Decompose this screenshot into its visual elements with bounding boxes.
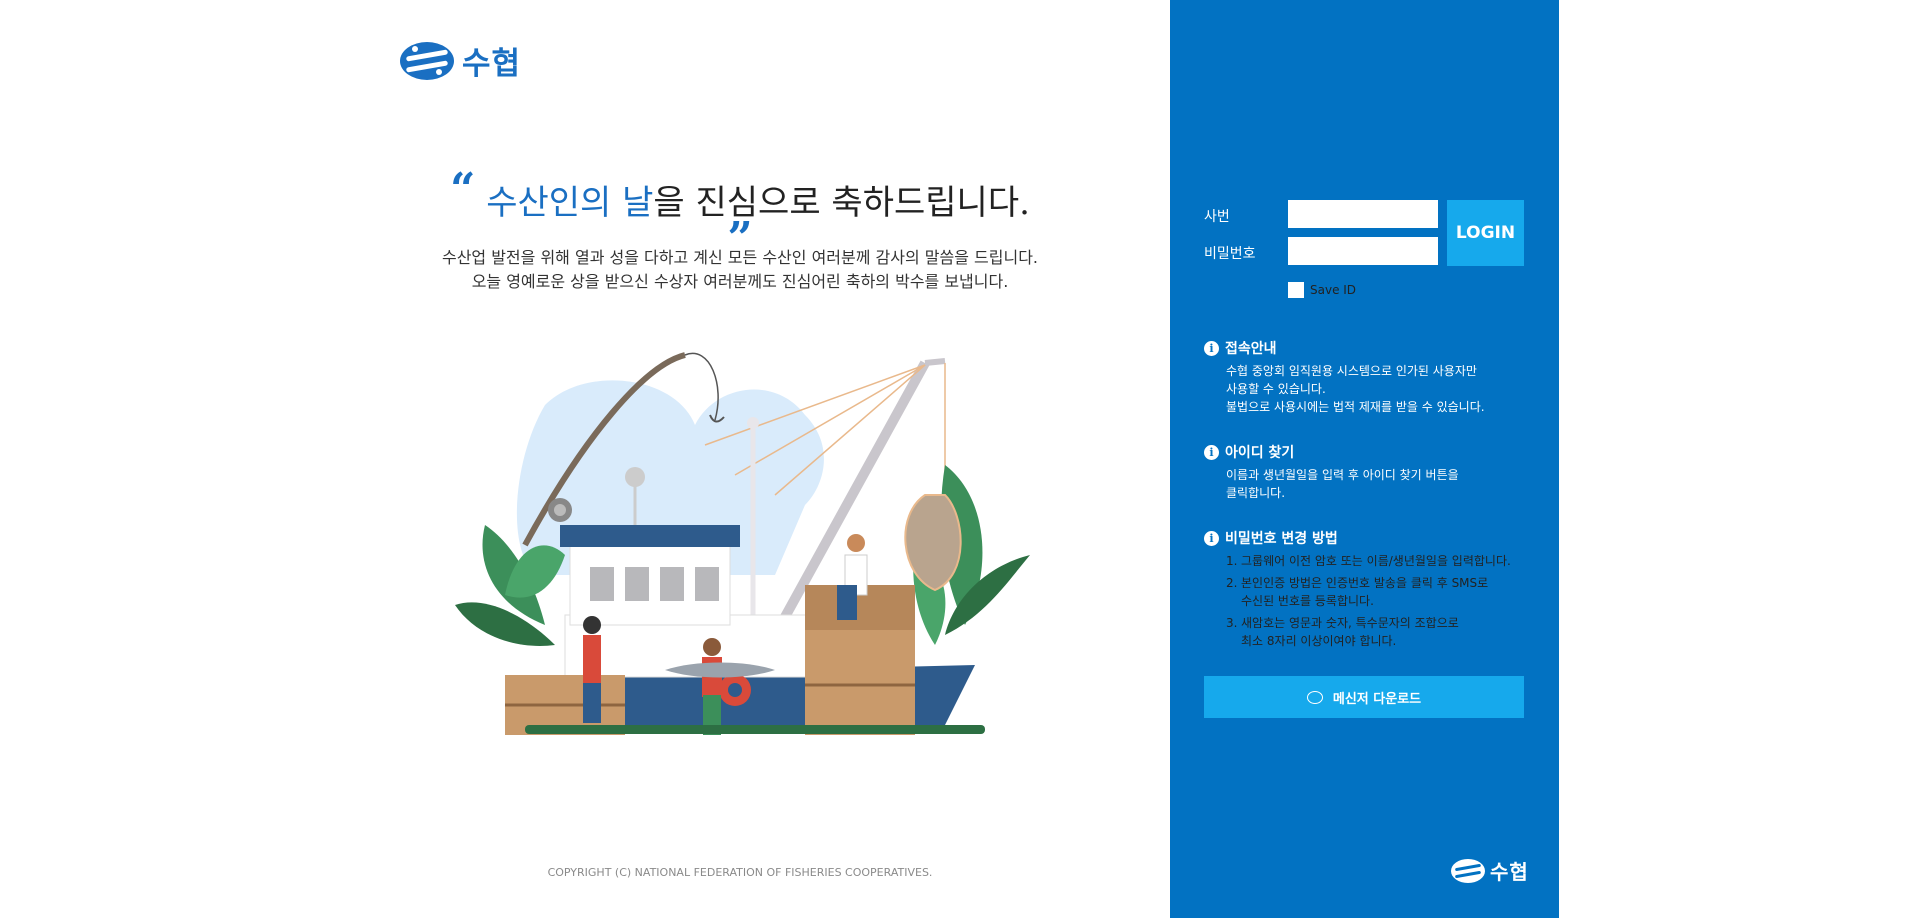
access-info-body: 수협 중앙회 임직원용 시스템으로 인가된 사용자만 사용할 수 있습니다. 불… xyxy=(1226,362,1546,416)
login-button[interactable]: LOGIN xyxy=(1447,200,1524,266)
find-id-line: 클릭합니다. xyxy=(1226,486,1286,500)
step-number: 3. xyxy=(1226,616,1238,630)
find-id-body: 이름과 생년월일을 입력 후 아이디 찾기 버튼을 클릭합니다. xyxy=(1226,466,1546,502)
password-label: 비밀번호 xyxy=(1204,246,1256,262)
password-change-title: i 비밀번호 변경 방법 xyxy=(1204,528,1338,548)
chat-bubble-icon xyxy=(1306,690,1323,704)
subtext-line-2: 오늘 영예로운 상을 받으신 수상자 여러분께도 진심어린 축하의 박수를 보냅… xyxy=(471,272,1009,291)
fish-logo-icon xyxy=(400,41,454,80)
info-icon: i xyxy=(1204,530,1219,546)
password-step: 3. 새암호는 영문과 숫자, 특수문자의 조합으로 최소 8자리 이상이여야 … xyxy=(1226,614,1556,650)
step-text: 새암호는 영문과 숫자, 특수문자의 조합으로 xyxy=(1241,616,1459,630)
password-step: 1. 그룹웨어 이전 암호 또는 이름/생년월일을 입력합니다. xyxy=(1226,552,1556,570)
messenger-download-button[interactable]: 메신저 다운로드 xyxy=(1204,676,1524,718)
step-text: 그룹웨어 이전 암호 또는 이름/생년월일을 입력합니다. xyxy=(1241,554,1511,568)
access-info-title: i 접속안내 xyxy=(1204,338,1277,358)
id-label: 사번 xyxy=(1204,209,1230,225)
messenger-download-label: 메신저 다운로드 xyxy=(1332,691,1422,707)
brand-logo-text: 수협 xyxy=(462,46,522,82)
find-id-line: 이름과 생년월일을 입력 후 아이디 찾기 버튼을 xyxy=(1226,468,1459,482)
step-text: 수신된 번호를 등록합니다. xyxy=(1241,594,1374,608)
step-number: 1. xyxy=(1226,554,1238,568)
password-step: 2. 본인인증 방법은 인증번호 발송을 클릭 후 SMS로 수신된 번호를 등… xyxy=(1226,574,1556,610)
fish-logo-icon xyxy=(1451,858,1485,883)
password-change-steps: 1. 그룹웨어 이전 암호 또는 이름/생년월일을 입력합니다. 2. 본인인증… xyxy=(1226,552,1556,654)
access-info-line: 불법으로 사용시에는 법적 제재를 받을 수 있습니다. xyxy=(1226,400,1485,414)
panel-logo: 수협 xyxy=(1451,856,1529,885)
open-quote-icon: “ xyxy=(450,164,476,215)
info-icon: i xyxy=(1204,444,1219,460)
brand-logo: 수협 xyxy=(400,38,521,83)
checkbox-icon[interactable] xyxy=(1288,282,1304,298)
step-text: 본인인증 방법은 인증번호 발송을 클릭 후 SMS로 xyxy=(1241,576,1489,590)
find-id-title-text: 아이디 찾기 xyxy=(1225,445,1295,461)
info-icon: i xyxy=(1204,340,1219,356)
headline-accent: 수산인의 날 xyxy=(486,183,654,223)
find-id-title: i 아이디 찾기 xyxy=(1204,442,1294,462)
access-info-line: 사용할 수 있습니다. xyxy=(1226,382,1326,396)
save-id-label: Save ID xyxy=(1310,283,1357,297)
subtext-line-1: 수산업 발전을 위해 열과 성을 다하고 계신 모든 수산인 여러분께 감사의 … xyxy=(441,248,1039,267)
id-input[interactable] xyxy=(1288,200,1438,228)
step-text: 최소 8자리 이상이여야 합니다. xyxy=(1241,634,1397,648)
panel-logo-text: 수협 xyxy=(1490,860,1529,884)
headline-rest: 을 진심으로 축하드립니다. xyxy=(653,183,1030,223)
access-info-title-text: 접속안내 xyxy=(1225,341,1277,357)
copyright-text: COPYRIGHT (C) NATIONAL FEDERATION OF FIS… xyxy=(547,866,933,879)
step-number: 2. xyxy=(1226,576,1238,590)
password-input[interactable] xyxy=(1288,237,1438,265)
save-id-checkbox[interactable]: Save ID xyxy=(1288,282,1356,298)
password-change-title-text: 비밀번호 변경 방법 xyxy=(1225,531,1338,547)
fishing-boat-illustration xyxy=(455,352,1030,735)
access-info-line: 수협 중앙회 임직원용 시스템으로 인가된 사용자만 xyxy=(1226,364,1477,378)
